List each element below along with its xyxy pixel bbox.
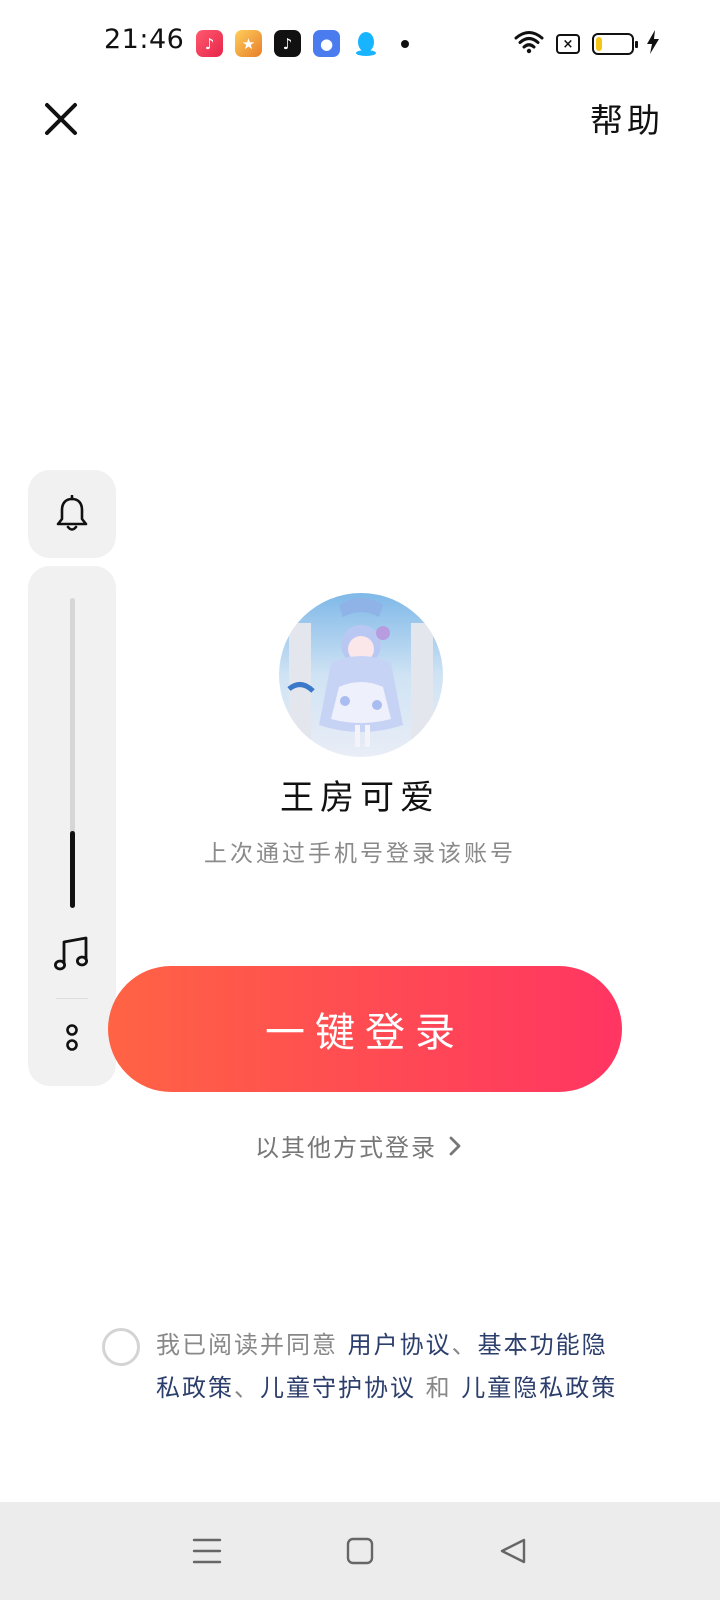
more-volume-options-button[interactable]: [60, 1018, 84, 1058]
wifi-icon: [514, 30, 544, 58]
status-right: ×: [514, 30, 660, 58]
help-link[interactable]: 帮助: [590, 94, 664, 142]
chat-app-icon: ●: [313, 30, 340, 57]
charging-icon: [646, 30, 660, 58]
username: 王房可爱: [280, 778, 440, 818]
bell-icon: [56, 495, 88, 531]
agreement-text: 我已阅读并同意 用户协议、基本功能隐私政策、儿童守护协议 和 儿童隐私政策: [156, 1324, 626, 1410]
one-click-login-button[interactable]: 一键登录: [108, 966, 622, 1092]
more-notifications-dot: [401, 39, 409, 48]
music-app-icon: ♪: [196, 30, 223, 57]
other-login-link[interactable]: 以其他方式登录: [0, 1128, 720, 1163]
battery-fill: [596, 37, 602, 51]
child-protection-agreement-link[interactable]: 儿童守护协议: [260, 1374, 416, 1402]
home-icon: [346, 1537, 374, 1565]
menu-icon: [192, 1538, 221, 1564]
avatar: [279, 593, 443, 757]
one-click-login-label: 一键登录: [265, 1010, 465, 1056]
no-sim-icon: ×: [556, 34, 580, 54]
game-app-icon: ★: [235, 30, 262, 57]
agreement-separator: 、: [234, 1374, 260, 1402]
agreement-and: 和: [416, 1374, 462, 1402]
volume-panel: [28, 566, 116, 1086]
music-note-icon: [54, 936, 88, 971]
agreement-separator: 、: [451, 1331, 478, 1359]
close-icon: [45, 103, 77, 135]
system-nav-bar: [0, 1502, 720, 1600]
user-agreement-link[interactable]: 用户协议: [348, 1331, 452, 1359]
agreement-prefix: 我已阅读并同意: [156, 1331, 348, 1359]
ringer-button[interactable]: [28, 470, 116, 558]
close-button[interactable]: [38, 96, 84, 142]
panel-divider: [56, 998, 88, 999]
status-time: 21:46: [104, 24, 185, 55]
more-dots-icon: [66, 1024, 78, 1051]
back-button[interactable]: [493, 1531, 533, 1571]
recent-apps-button[interactable]: [187, 1531, 227, 1571]
child-privacy-policy-link[interactable]: 儿童隐私政策: [461, 1374, 617, 1402]
status-bar: 21:46 ♪ ★ ♪ ● ×: [0, 0, 720, 90]
back-icon: [501, 1538, 526, 1564]
notification-app-icons: ♪ ★ ♪ ●: [196, 30, 409, 57]
other-login-label: 以其他方式登录: [255, 1134, 437, 1162]
battery-icon: [592, 33, 638, 55]
qq-app-icon: [352, 30, 379, 57]
media-volume-button[interactable]: [52, 934, 92, 974]
chevron-right-icon: [449, 1136, 461, 1155]
last-login-hint: 上次通过手机号登录该账号: [204, 841, 516, 867]
tiktok-app-icon: ♪: [274, 30, 301, 57]
home-button[interactable]: [340, 1531, 380, 1571]
agreement-checkbox[interactable]: [102, 1328, 140, 1366]
